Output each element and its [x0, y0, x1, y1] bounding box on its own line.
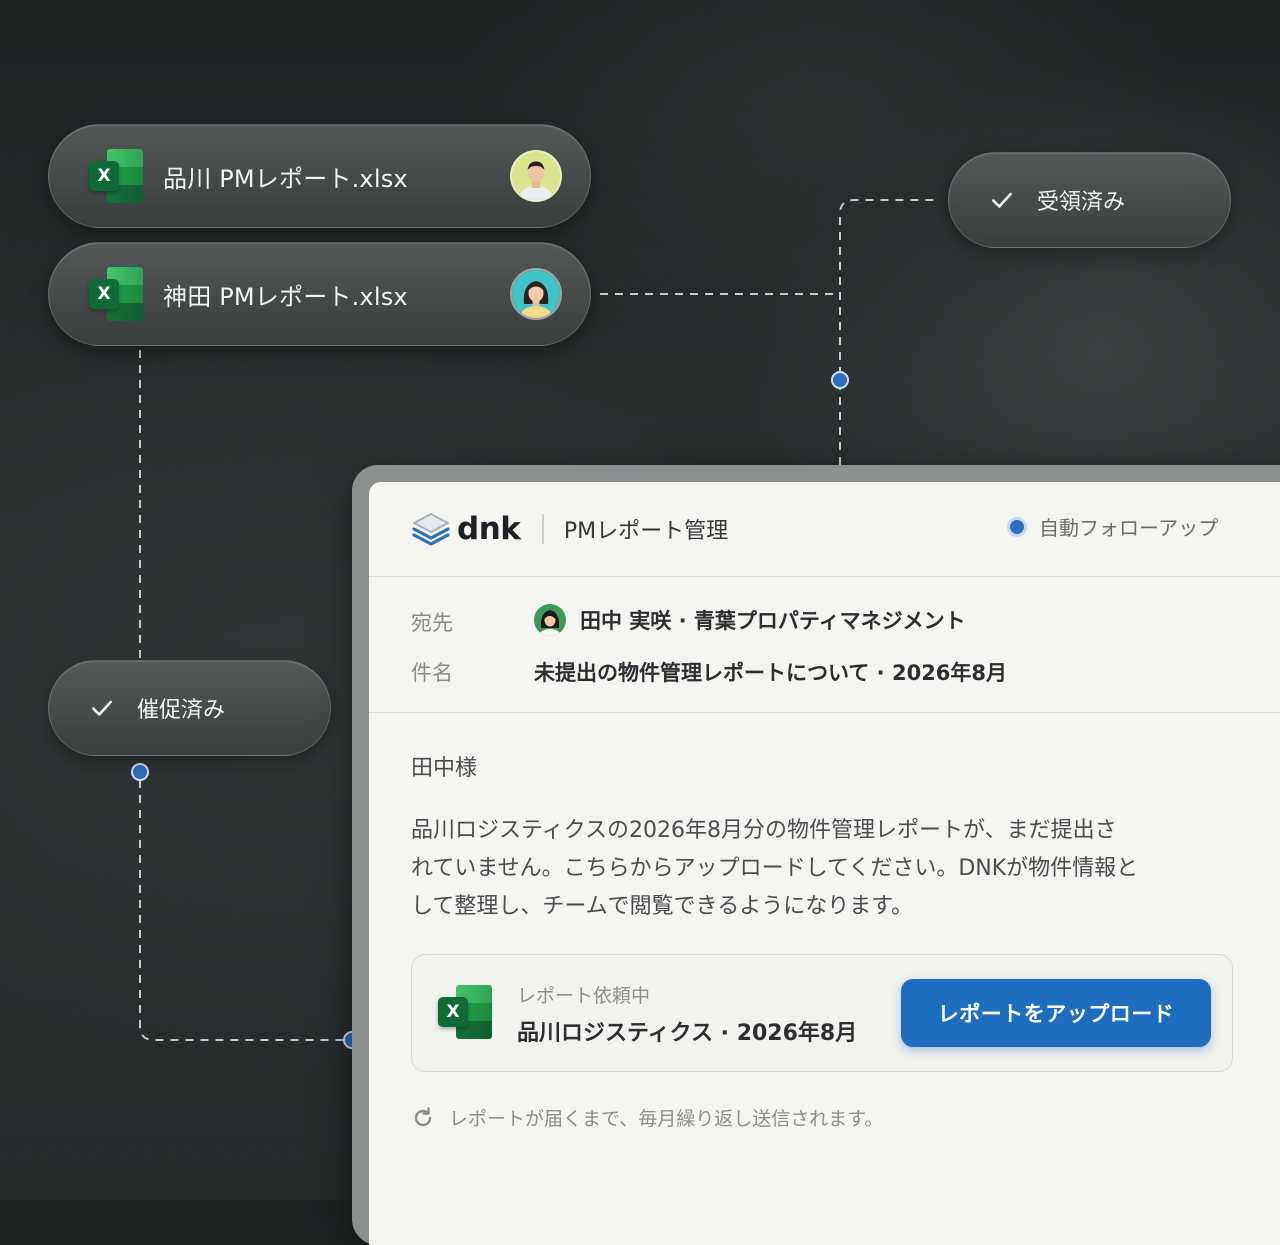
- excel-icon: X: [89, 149, 143, 203]
- status-label: 受領済み: [1037, 190, 1126, 215]
- logo-text: dnk: [457, 511, 521, 547]
- check-icon: [992, 192, 1012, 208]
- to-value: 田中 実咲 · 青葉プロパティマネジメント: [580, 609, 966, 633]
- email-meta: 宛先 田中 実咲 · 青葉プロパティマネジメント 件名 未提出の物件管理レポート…: [369, 577, 1280, 713]
- status-received: 受領済み: [948, 152, 1231, 248]
- body-line: 品川ロジスティクスの2026年8月分の物件管理レポートが、まだ提出さ: [411, 818, 1117, 843]
- app-title: PMレポート管理: [563, 519, 729, 544]
- avatar: [510, 268, 562, 320]
- app-header: dnk PMレポート管理 自動フォローアップ: [369, 482, 1280, 577]
- status-label: 催促済み: [137, 698, 226, 723]
- excel-icon: X: [438, 985, 492, 1039]
- avatar: [510, 150, 562, 202]
- body-line: して整理し、チームで閲覧できるようになります。: [411, 894, 914, 919]
- subject-label: 件名: [411, 661, 453, 685]
- avatar: [534, 604, 566, 636]
- file-pill-kanda[interactable]: X 神田 PMレポート.xlsx: [48, 242, 591, 346]
- file-name: 神田 PMレポート.xlsx: [163, 282, 408, 311]
- request-title: 品川ロジスティクス · 2026年8月: [517, 1021, 858, 1046]
- excel-icon: X: [89, 267, 143, 321]
- check-icon: [92, 700, 112, 716]
- greeting: 田中様: [411, 756, 478, 781]
- auto-follow-label: 自動フォローアップ: [1039, 516, 1219, 540]
- refresh-icon: [414, 1106, 432, 1126]
- dnk-logo: dnk: [411, 511, 521, 547]
- file-pill-shinagawa[interactable]: X 品川 PMレポート.xlsx: [48, 124, 591, 228]
- subject-value: 未提出の物件管理レポートについて · 2026年8月: [534, 661, 1008, 685]
- divider: [542, 514, 544, 544]
- report-request-card: X レポート依頼中 品川ロジスティクス · 2026年8月 レポートをアップロー…: [411, 954, 1233, 1072]
- email-preview-window: dnk PMレポート管理 自動フォローアップ 宛先 田中 実咲 · 青葉プロパテ…: [352, 465, 1280, 1245]
- request-status: レポート依頼中: [517, 985, 651, 1007]
- auto-follow-toggle[interactable]: 自動フォローアップ: [1007, 512, 1218, 541]
- layers-icon: [412, 513, 450, 546]
- email-body: 品川ロジスティクスの2026年8月分の物件管理レポートが、まだ提出さ れていませ…: [411, 812, 1241, 926]
- upload-report-button[interactable]: レポートをアップロード: [901, 979, 1211, 1047]
- status-dot-icon: [1007, 516, 1027, 537]
- connector-node: [131, 763, 149, 781]
- recurring-note-text: レポートが届くまで、毎月繰り返し送信されます。: [449, 1108, 884, 1130]
- to-label: 宛先: [411, 611, 453, 635]
- file-name: 品川 PMレポート.xlsx: [163, 164, 408, 193]
- email-preview: dnk PMレポート管理 自動フォローアップ 宛先 田中 実咲 · 青葉プロパテ…: [369, 482, 1280, 1245]
- connector-node: [831, 371, 849, 389]
- status-reminded: 催促済み: [48, 660, 331, 756]
- body-line: れていません。こちらからアップロードしてください。DNKが物件情報と: [411, 856, 1139, 881]
- recurring-note: レポートが届くまで、毎月繰り返し送信されます。: [411, 1104, 883, 1131]
- to-field: 田中 実咲 · 青葉プロパティマネジメント: [534, 604, 966, 636]
